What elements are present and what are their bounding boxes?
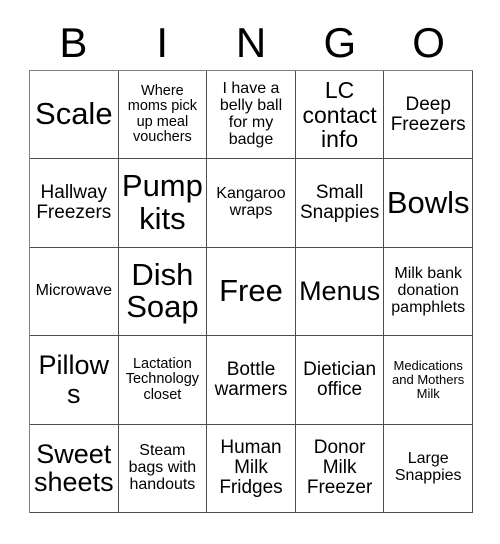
bingo-cell-label: Free <box>219 273 283 309</box>
bingo-cell-r1c2[interactable]: Where moms pick up meal vouchers <box>118 71 208 160</box>
bingo-cell-label: Bowls <box>386 184 470 220</box>
bingo-cell-r5c5[interactable]: Large Snappies <box>384 424 473 513</box>
bingo-cell-r5c2[interactable]: Steam bags with handouts <box>118 424 208 513</box>
bingo-grid: Scale Where moms pick up meal vouchers I… <box>29 70 473 513</box>
bingo-cell-label: Large Snappies <box>394 450 462 485</box>
bingo-cell-label: Human Milk Fridges <box>219 437 283 499</box>
bingo-cell-label: Kangaroo wraps <box>216 185 286 220</box>
bingo-cell-r4c1[interactable]: Pillows <box>30 336 119 425</box>
bingo-cell-label: Microwave <box>35 282 113 300</box>
bingo-cell-label: I have a belly ball for my badge <box>219 79 283 148</box>
bingo-header-letter-n: N <box>235 19 267 66</box>
bingo-cell-r5c4[interactable]: Donor Milk Freezer <box>295 424 385 513</box>
bingo-header-letter-b: B <box>59 19 88 66</box>
bingo-cell-r2c3[interactable]: Kangaroo wraps <box>207 159 296 248</box>
bingo-cell-label: Sweet sheets <box>34 438 114 498</box>
bingo-cell-label: Steam bags with handouts <box>128 441 197 493</box>
bingo-cell-r3c1[interactable]: Microwave <box>30 247 119 337</box>
bingo-cell-r3c4[interactable]: Menus <box>295 247 385 337</box>
bingo-cell-r2c2[interactable]: Pump kits <box>118 159 208 248</box>
bingo-cell-label: Milk bank donation pamphlets <box>391 265 466 316</box>
bingo-cell-label: Pump kits <box>121 168 203 237</box>
bingo-cell-label: Hallway Freezers <box>36 181 112 224</box>
bingo-cell-r1c3[interactable]: I have a belly ball for my badge <box>207 71 296 160</box>
bingo-cell-free-space[interactable]: Free <box>207 247 296 337</box>
bingo-cell-label: Dish Soap <box>126 256 199 325</box>
bingo-card: B I N G O Scale Where moms pick up meal … <box>0 0 500 544</box>
bingo-header-letter-i: I <box>156 19 169 66</box>
bingo-cell-r4c3[interactable]: Bottle warmers <box>207 336 296 425</box>
bingo-header-row: B I N G O <box>29 16 473 70</box>
bingo-cell-label: Lactation Technology closet <box>125 355 200 403</box>
bingo-cell-label: Scale <box>35 96 113 132</box>
bingo-cell-r3c5[interactable]: Milk bank donation pamphlets <box>384 247 473 337</box>
bingo-cell-label: Small Snappies <box>299 181 380 224</box>
bingo-cell-r2c5[interactable]: Bowls <box>384 159 473 248</box>
bingo-cell-label: Donor Milk Freezer <box>306 437 373 499</box>
bingo-cell-r1c1[interactable]: Scale <box>30 71 119 160</box>
bingo-cell-label: LC contact info <box>302 77 377 152</box>
bingo-cell-label: Bottle warmers <box>214 358 288 400</box>
bingo-cell-label: Medications and Mothers Milk <box>392 358 465 401</box>
bingo-cell-label: Where moms pick up meal vouchers <box>127 82 198 146</box>
bingo-cell-r2c1[interactable]: Hallway Freezers <box>30 159 119 248</box>
bingo-cell-r3c2[interactable]: Dish Soap <box>118 247 208 337</box>
bingo-cell-r5c3[interactable]: Human Milk Fridges <box>207 424 296 513</box>
bingo-cell-r1c4[interactable]: LC contact info <box>295 71 385 160</box>
bingo-cell-r1c5[interactable]: Deep Freezers <box>384 71 473 160</box>
bingo-cell-label: Deep Freezers <box>390 93 466 135</box>
bingo-header-letter-o: O <box>412 19 445 66</box>
bingo-cell-r4c4[interactable]: Dietician office <box>295 336 385 425</box>
bingo-cell-label: Dietician office <box>303 358 377 400</box>
bingo-cell-r4c2[interactable]: Lactation Technology closet <box>118 336 208 425</box>
bingo-header-letter-g: G <box>323 19 357 66</box>
bingo-cell-r5c1[interactable]: Sweet sheets <box>30 424 119 513</box>
bingo-cell-label: Menus <box>299 276 381 307</box>
bingo-cell-r2c4[interactable]: Small Snappies <box>295 159 385 248</box>
bingo-cell-label: Pillows <box>38 350 110 409</box>
bingo-cell-r4c5[interactable]: Medications and Mothers Milk <box>384 336 473 425</box>
